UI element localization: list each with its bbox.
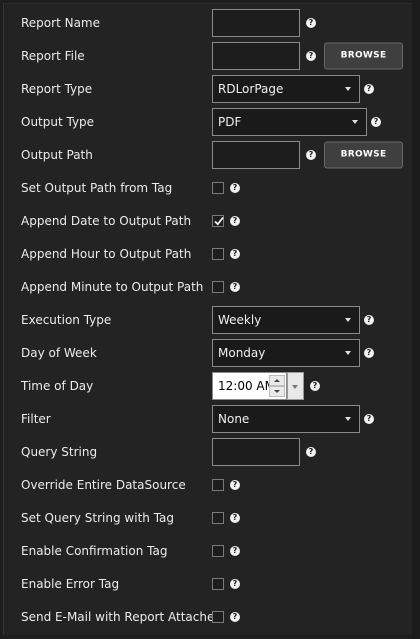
output-path-browse-button[interactable]: BROWSE bbox=[324, 141, 403, 168]
help-icon[interactable]: ? bbox=[371, 116, 381, 127]
override-datasource-label: Override Entire DataSource bbox=[21, 477, 186, 492]
help-icon[interactable]: ? bbox=[230, 215, 240, 226]
filter-value: None bbox=[218, 411, 250, 426]
help-icon[interactable]: ? bbox=[230, 182, 240, 193]
append-minute-label: Append Minute to Output Path bbox=[21, 279, 204, 294]
help-icon[interactable]: ? bbox=[230, 281, 240, 292]
set-output-path-from-tag-label: Set Output Path from Tag bbox=[21, 180, 173, 195]
report-file-browse-button[interactable]: BROWSE bbox=[324, 42, 403, 69]
query-string-row: Query String ? bbox=[4, 435, 414, 468]
day-of-week-select[interactable]: Monday bbox=[212, 338, 360, 367]
append-date-checkbox[interactable] bbox=[212, 214, 224, 227]
append-hour-label: Append Hour to Output Path bbox=[21, 246, 192, 261]
execution-type-value: Weekly bbox=[218, 312, 262, 327]
append-date-label: Append Date to Output Path bbox=[21, 213, 192, 228]
chevron-down-icon bbox=[352, 119, 358, 124]
spin-up-icon[interactable] bbox=[269, 374, 285, 386]
query-string-input[interactable] bbox=[212, 437, 300, 466]
output-type-select[interactable]: PDF bbox=[212, 107, 367, 136]
report-name-label: Report Name bbox=[21, 15, 100, 30]
help-icon[interactable]: ? bbox=[230, 578, 240, 589]
report-name-row: Report Name ? bbox=[4, 6, 414, 39]
send-email-checkbox[interactable] bbox=[212, 610, 224, 623]
spin-down-icon[interactable] bbox=[269, 385, 285, 397]
set-query-string-tag-checkbox[interactable] bbox=[212, 511, 224, 524]
output-type-row: Output Type PDF ? bbox=[4, 105, 414, 138]
time-of-day-picker[interactable]: 12:00 AM bbox=[212, 371, 304, 400]
enable-error-tag-checkbox[interactable] bbox=[212, 577, 224, 590]
help-icon[interactable]: ? bbox=[364, 413, 374, 424]
set-query-string-tag-label: Set Query String with Tag bbox=[21, 510, 175, 525]
filter-select[interactable]: None bbox=[212, 404, 360, 433]
execution-type-row: Execution Type Weekly ? bbox=[4, 303, 414, 336]
chevron-down-icon bbox=[345, 416, 351, 421]
help-icon[interactable]: ? bbox=[306, 50, 316, 61]
override-datasource-row: Override Entire DataSource ? bbox=[4, 468, 414, 501]
help-icon[interactable]: ? bbox=[230, 248, 240, 259]
help-icon[interactable]: ? bbox=[306, 149, 316, 160]
vertical-scrollbar[interactable] bbox=[412, 0, 420, 639]
set-output-path-from-tag-row: Set Output Path from Tag ? bbox=[4, 171, 414, 204]
chevron-down-icon bbox=[345, 350, 351, 355]
report-type-select[interactable]: RDLorPage bbox=[212, 74, 360, 103]
help-icon[interactable]: ? bbox=[364, 347, 374, 358]
checkmark-icon bbox=[214, 216, 224, 226]
report-type-label: Report Type bbox=[21, 81, 93, 96]
time-spinner bbox=[269, 374, 285, 397]
filter-label: Filter bbox=[21, 411, 51, 426]
help-icon[interactable]: ? bbox=[306, 446, 316, 457]
output-type-label: Output Type bbox=[21, 114, 95, 129]
report-file-label: Report File bbox=[21, 48, 85, 63]
day-of-week-row: Day of Week Monday ? bbox=[4, 336, 414, 369]
enable-error-tag-row: Enable Error Tag ? bbox=[4, 567, 414, 600]
help-icon[interactable]: ? bbox=[310, 380, 320, 391]
append-minute-row: Append Minute to Output Path ? bbox=[4, 270, 414, 303]
report-name-input[interactable] bbox=[212, 8, 300, 37]
help-icon[interactable]: ? bbox=[230, 611, 240, 622]
help-icon[interactable]: ? bbox=[364, 314, 374, 325]
override-datasource-checkbox[interactable] bbox=[212, 478, 224, 491]
enable-error-tag-label: Enable Error Tag bbox=[21, 576, 120, 591]
report-type-value: RDLorPage bbox=[218, 81, 284, 96]
append-hour-row: Append Hour to Output Path ? bbox=[4, 237, 414, 270]
time-of-day-value: 12:00 AM bbox=[218, 378, 275, 393]
output-path-row: Output Path ? BROWSE bbox=[4, 138, 414, 171]
query-string-label: Query String bbox=[21, 444, 98, 459]
output-path-label: Output Path bbox=[21, 147, 93, 162]
output-path-input[interactable] bbox=[212, 140, 300, 169]
enable-confirmation-tag-label: Enable Confirmation Tag bbox=[21, 543, 168, 558]
help-icon[interactable]: ? bbox=[230, 512, 240, 523]
append-hour-checkbox[interactable] bbox=[212, 247, 224, 260]
output-type-value: PDF bbox=[218, 114, 242, 129]
help-icon[interactable]: ? bbox=[230, 479, 240, 490]
send-email-row: Send E-Mail with Report Attached ? bbox=[4, 600, 414, 633]
day-of-week-label: Day of Week bbox=[21, 345, 97, 360]
time-dropdown-chevron-icon[interactable] bbox=[287, 371, 304, 400]
report-settings-panel: Report Name ? Report File ? BROWSE Repor… bbox=[3, 3, 412, 635]
execution-type-select[interactable]: Weekly bbox=[212, 305, 360, 334]
append-minute-checkbox[interactable] bbox=[212, 280, 224, 293]
execution-type-label: Execution Type bbox=[21, 312, 112, 327]
time-of-day-label: Time of Day bbox=[21, 378, 94, 393]
help-icon[interactable]: ? bbox=[364, 83, 374, 94]
chevron-down-icon bbox=[345, 86, 351, 91]
send-email-label: Send E-Mail with Report Attached bbox=[21, 609, 222, 624]
help-icon[interactable]: ? bbox=[230, 545, 240, 556]
append-date-row: Append Date to Output Path ? bbox=[4, 204, 414, 237]
set-query-string-tag-row: Set Query String with Tag ? bbox=[4, 501, 414, 534]
enable-confirmation-tag-checkbox[interactable] bbox=[212, 544, 224, 557]
set-output-path-from-tag-checkbox[interactable] bbox=[212, 181, 224, 194]
report-file-row: Report File ? BROWSE bbox=[4, 39, 414, 72]
day-of-week-value: Monday bbox=[218, 345, 266, 360]
filter-row: Filter None ? bbox=[4, 402, 414, 435]
report-file-input[interactable] bbox=[212, 41, 300, 70]
help-icon[interactable]: ? bbox=[306, 17, 316, 28]
report-type-row: Report Type RDLorPage ? bbox=[4, 72, 414, 105]
enable-confirmation-tag-row: Enable Confirmation Tag ? bbox=[4, 534, 414, 567]
time-of-day-row: Time of Day 12:00 AM ? bbox=[4, 369, 414, 402]
chevron-down-icon bbox=[345, 317, 351, 322]
